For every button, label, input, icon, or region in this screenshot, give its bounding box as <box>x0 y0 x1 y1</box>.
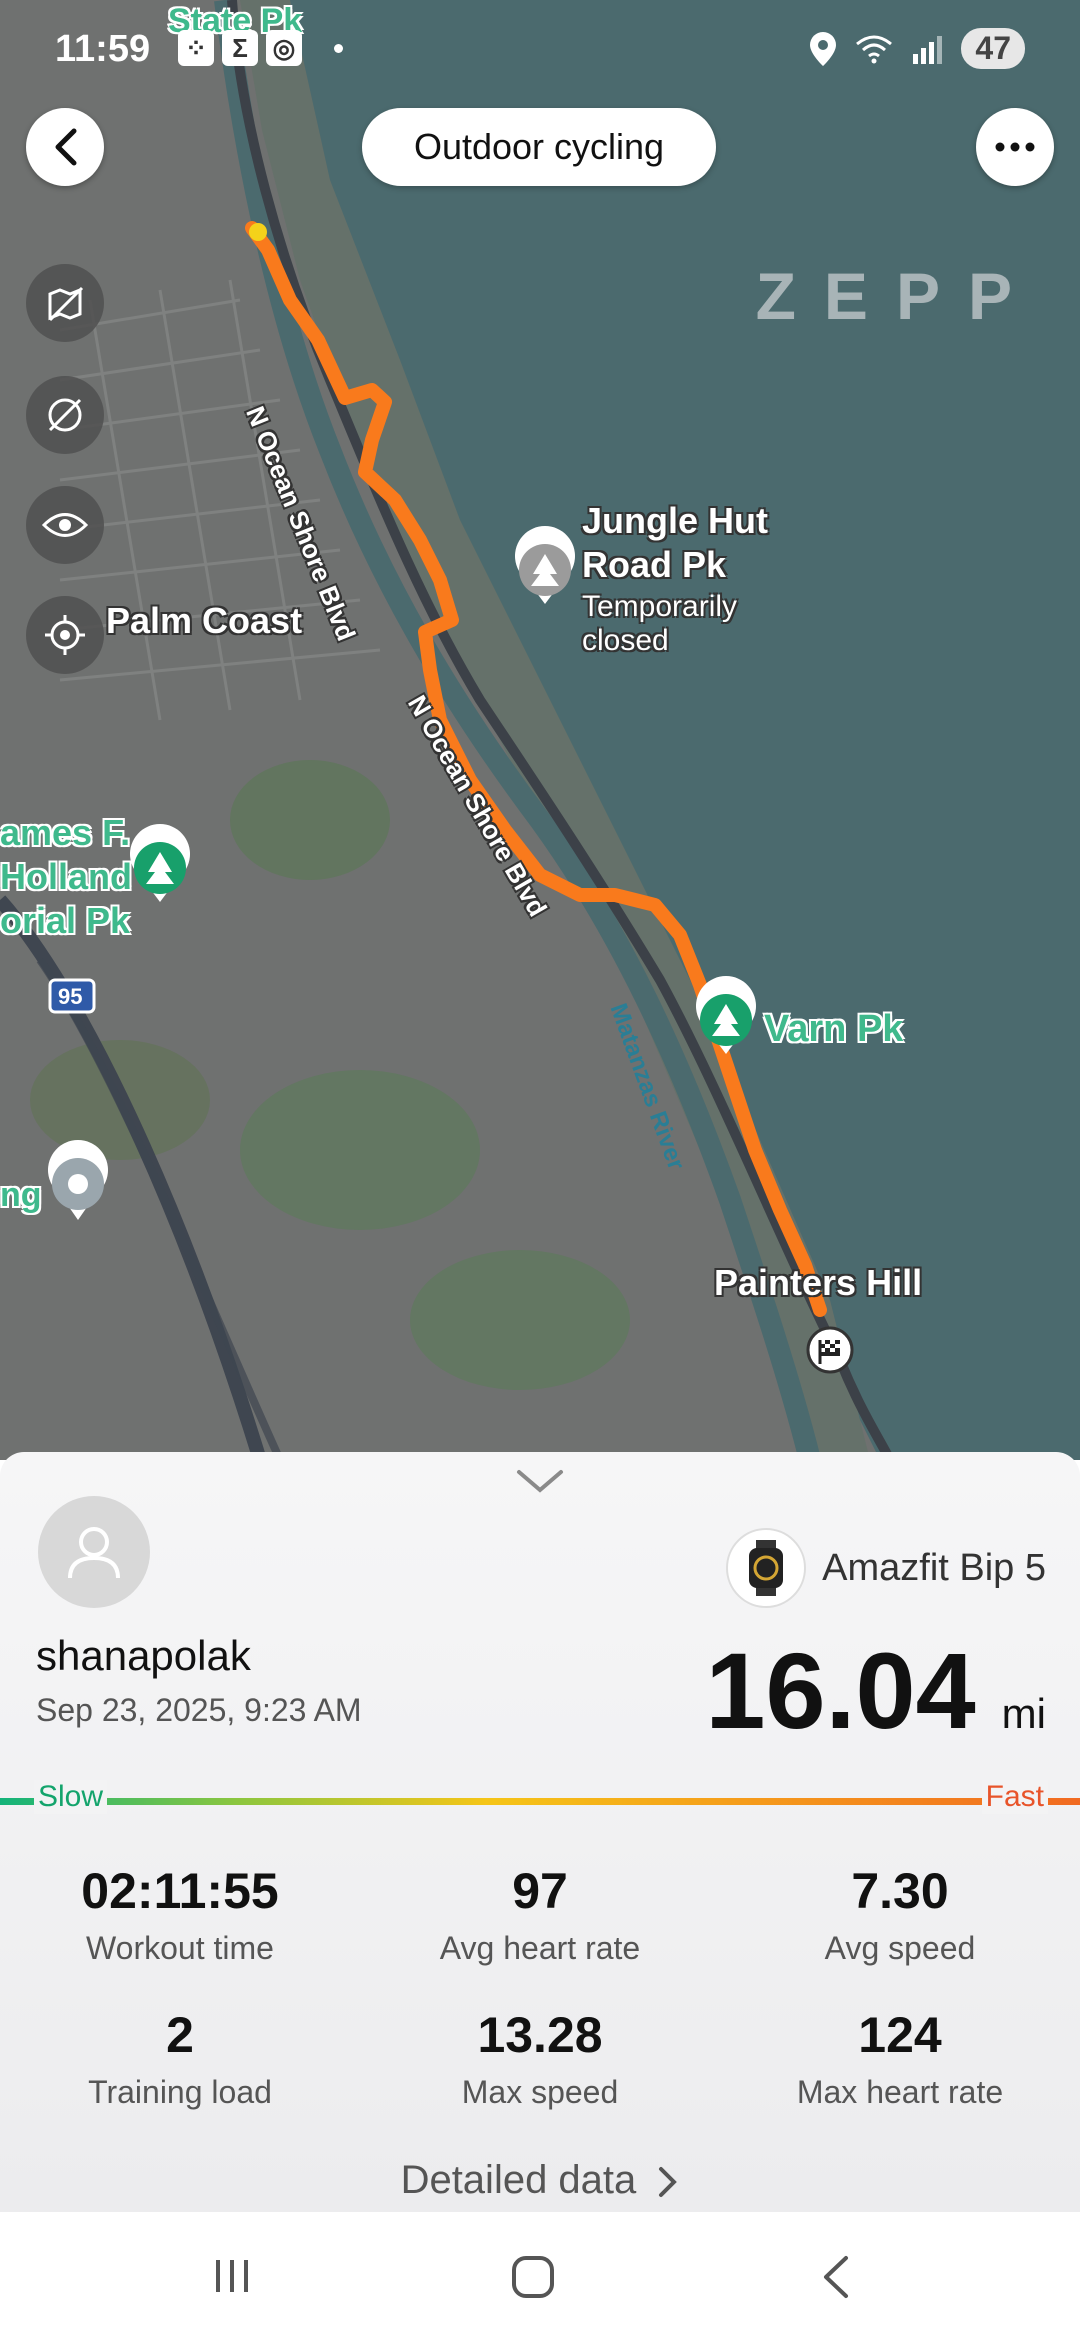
map-off-icon <box>48 286 84 322</box>
stat-avg-speed: 7.30 Avg speed <box>720 1862 1080 1967</box>
total-distance: 16.04 mi <box>705 1628 1046 1753</box>
stat-max-speed: 13.28 Max speed <box>360 2006 720 2111</box>
zepp-watermark: ZEPP <box>755 259 1040 333</box>
map-label-holland-1: ames F. <box>0 812 131 853</box>
username: shanapolak <box>36 1632 251 1679</box>
recent-apps-icon[interactable] <box>212 2256 252 2296</box>
device-name: Amazfit Bip 5 <box>822 1546 1046 1589</box>
chevron-down-icon <box>517 1470 563 1493</box>
map-label-painters-hill: Painters Hill <box>714 1262 923 1303</box>
stat-max-heart-rate: 124 Max heart rate <box>720 2006 1080 2111</box>
stat-training-load: 2 Training load <box>0 2006 360 2111</box>
stat-value: 13.28 <box>477 2007 603 2063</box>
map-label-jungle-hut: Jungle Hut <box>582 500 768 541</box>
chevron-left-icon <box>55 128 77 166</box>
system-back-icon[interactable] <box>818 2254 852 2300</box>
detailed-data-label: Detailed data <box>400 2158 637 2202</box>
stat-label: Training load <box>88 2074 272 2110</box>
pace-fast-label: Fast <box>981 1780 1048 1814</box>
target-notification-icon: ◎ <box>266 30 302 66</box>
sigma-notification-icon: Σ <box>222 30 258 66</box>
notification-icons: ⁘ Σ ◎ <box>178 30 302 66</box>
wifi-icon <box>856 35 893 63</box>
pace-off-icon <box>48 398 82 432</box>
home-icon[interactable] <box>510 2254 556 2300</box>
distance-value: 16.04 <box>705 1630 976 1751</box>
stat-value: 02:11:55 <box>81 1863 279 1919</box>
user-icon <box>68 1527 120 1579</box>
detailed-data-link[interactable]: Detailed data <box>0 2158 1080 2203</box>
pace-slow-label: Slow <box>34 1780 108 1814</box>
map-label-jungle-hut-status-2: closed <box>582 624 669 657</box>
stat-label: Avg speed <box>824 1930 976 1966</box>
status-bar: 11:59 ⁘ Σ ◎ 47 <box>0 0 1080 100</box>
status-time: 11:59 <box>55 28 151 70</box>
battery-level: 47 <box>961 28 1025 69</box>
stat-label: Avg heart rate <box>439 1930 641 1966</box>
signal-icon <box>913 35 943 64</box>
hide-markers-button[interactable] <box>26 376 104 454</box>
stat-label: Workout time <box>86 1930 274 1966</box>
more-options-button[interactable] <box>976 108 1054 186</box>
stat-avg-heart-rate: 97 Avg heart rate <box>360 1862 720 1967</box>
workout-datetime: Sep 23, 2025, 9:23 AM <box>36 1692 362 1728</box>
stat-value: 97 <box>512 1863 568 1919</box>
stat-value: 124 <box>858 2007 942 2063</box>
distance-unit: mi <box>1001 1690 1046 1737</box>
route-map[interactable] <box>0 0 1080 1460</box>
stat-value: 7.30 <box>851 1863 949 1919</box>
map-style-button[interactable] <box>26 264 104 342</box>
back-button[interactable] <box>26 108 104 186</box>
map-label-holland-2: Holland <box>0 856 132 897</box>
device-info[interactable]: Amazfit Bip 5 <box>726 1528 1046 1608</box>
visibility-button[interactable] <box>26 486 104 564</box>
watch-icon <box>726 1528 807 1608</box>
map-label-left-poi: ng <box>0 1176 42 1214</box>
stat-label: Max speed <box>461 2074 619 2110</box>
more-dots-icon <box>995 142 1035 152</box>
stat-value: 2 <box>166 2007 194 2063</box>
map-label-palm-coast: Palm Coast <box>106 600 303 641</box>
avatar[interactable] <box>38 1496 150 1608</box>
system-navigation-bar <box>0 2212 1080 2340</box>
map-label-varn: Varn Pk <box>764 1008 904 1050</box>
collapse-sheet-button[interactable] <box>515 1466 565 1501</box>
stat-label: Max heart rate <box>796 2074 1004 2110</box>
eye-icon <box>42 513 88 537</box>
chevron-right-icon <box>659 2167 678 2198</box>
location-icon <box>810 31 837 66</box>
app-notification-icon: ⁘ <box>178 30 214 66</box>
map-label-jungle-hut-2: Road Pk <box>582 544 727 585</box>
workout-type-title: Outdoor cycling <box>362 108 716 186</box>
map-label-jungle-hut-status: Temporarily <box>582 590 738 623</box>
locate-button[interactable] <box>26 596 104 674</box>
stat-workout-time: 02:11:55 Workout time <box>0 1862 360 1967</box>
pace-gradient-bar <box>0 1798 1080 1805</box>
more-notifications-icon <box>334 44 343 53</box>
crosshair-icon <box>45 615 85 655</box>
interstate-label: 95 <box>58 984 83 1009</box>
map-label-holland-3: orial Pk <box>0 900 131 941</box>
